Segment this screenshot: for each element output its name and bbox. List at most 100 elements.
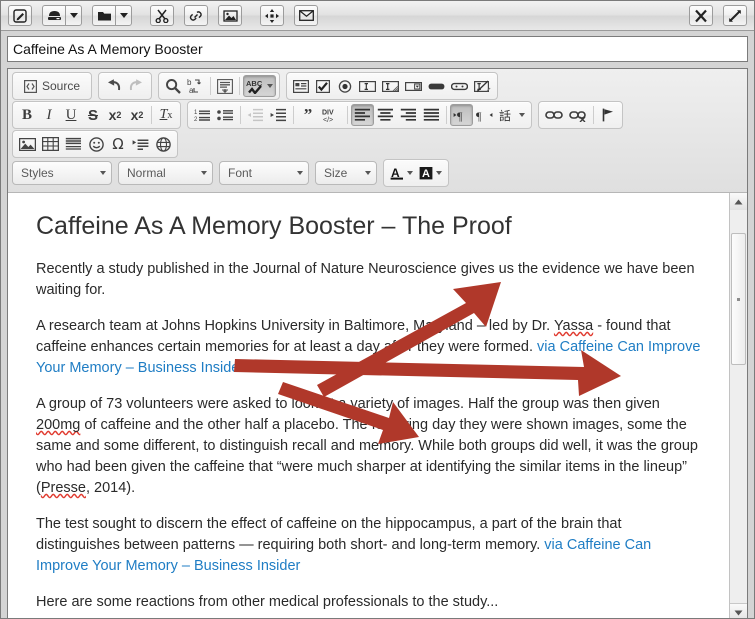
unlink-icon[interactable] [566, 104, 590, 126]
content-vertical-scrollbar[interactable] [729, 193, 747, 618]
italic-icon[interactable]: I [38, 104, 60, 126]
page-break-icon[interactable] [129, 133, 152, 155]
find-group: ba ABC [158, 72, 281, 100]
title-input[interactable] [7, 36, 748, 62]
image-button-icon[interactable] [448, 75, 471, 97]
source-button[interactable]: Source [16, 75, 88, 97]
svg-text:2: 2 [194, 117, 198, 122]
scroll-up-icon[interactable] [730, 193, 747, 211]
toolbar-row-3: Ω [10, 130, 745, 159]
application-toolbar [1, 1, 754, 31]
form-icon[interactable] [290, 75, 312, 97]
styles-dropdown[interactable]: Styles [12, 161, 112, 185]
paragraph-3-text-c: , 2014). [85, 480, 136, 496]
format-dropdown[interactable]: Normal [118, 161, 213, 185]
document-heading: Caffeine As A Memory Booster – The Proof [36, 212, 512, 240]
basic-styles-group: B I U S x2 x2 Tx [12, 101, 181, 129]
image-icon[interactable] [16, 133, 39, 155]
paragraph-5-text: Here are some reactions from other medic… [36, 594, 499, 610]
language-icon[interactable]: 話 [496, 104, 528, 126]
chevron-down-icon [365, 171, 371, 175]
folder-open-icon[interactable] [92, 5, 115, 26]
size-dropdown[interactable]: Size [315, 161, 377, 185]
scissors-icon[interactable] [150, 5, 174, 26]
scrollbar-grip [737, 297, 740, 301]
format-dropdown-label: Normal [127, 166, 166, 180]
save-dropdown-icon[interactable] [65, 5, 82, 26]
paragraph-3-text-a: A group of 73 volunteers were asked to l… [36, 396, 660, 412]
text-color-icon[interactable]: A [387, 162, 416, 184]
numbered-list-icon[interactable]: 12 [191, 104, 214, 126]
select-all-icon[interactable] [214, 75, 236, 97]
rtl-icon[interactable]: ¶ [473, 104, 496, 126]
image-icon[interactable] [218, 5, 242, 26]
superscript-icon[interactable]: x2 [126, 104, 148, 126]
link-icon[interactable] [184, 5, 208, 26]
blockquote-icon[interactable]: ” [297, 104, 319, 126]
find-icon[interactable] [162, 75, 184, 97]
undo-icon[interactable] [102, 75, 125, 97]
window-actions-group [688, 5, 748, 26]
folder-dropdown-icon[interactable] [115, 5, 132, 26]
underline-icon[interactable]: U [60, 104, 82, 126]
source-button-label: Source [42, 79, 81, 93]
fullscreen-icon[interactable] [723, 5, 747, 26]
compose-icon[interactable] [8, 5, 32, 26]
history-group [98, 72, 153, 100]
svg-text:A: A [422, 168, 430, 180]
hidden-field-icon[interactable] [471, 75, 494, 97]
increase-indent-icon[interactable] [267, 104, 290, 126]
align-center-icon[interactable] [374, 104, 397, 126]
toolbar-row-1: Source ba ABC [10, 72, 745, 101]
bulleted-list-icon[interactable] [214, 104, 237, 126]
colors-group: A A [383, 159, 449, 187]
table-icon[interactable] [39, 133, 62, 155]
scroll-down-icon[interactable] [730, 603, 747, 618]
subscript-icon[interactable]: x2 [104, 104, 126, 126]
remove-format-icon[interactable]: Tx [155, 104, 177, 126]
justify-icon[interactable] [420, 104, 443, 126]
bold-icon[interactable]: B [16, 104, 38, 126]
move-icon[interactable] [260, 5, 284, 26]
document-content[interactable]: Caffeine As A Memory Booster – The Proof… [8, 193, 729, 618]
spellcheck-icon[interactable]: ABC [243, 75, 277, 97]
paragraph-4-text: The test sought to discern the effect of… [36, 516, 622, 553]
bg-color-icon[interactable]: A [416, 162, 445, 184]
smiley-icon[interactable] [85, 133, 107, 155]
paragraph-4: The test sought to discern the effect of… [36, 514, 707, 577]
misspelled-word: Presse [40, 480, 86, 496]
wrench-icon[interactable] [689, 5, 713, 26]
radio-icon[interactable] [334, 75, 356, 97]
select-field-icon[interactable] [402, 75, 425, 97]
svg-text:¶: ¶ [476, 109, 482, 122]
mail-icon[interactable] [294, 5, 318, 26]
link-icon[interactable] [542, 104, 566, 126]
iframe-icon[interactable] [152, 133, 174, 155]
decrease-indent-icon[interactable] [244, 104, 267, 126]
redo-icon[interactable] [125, 75, 148, 97]
strike-icon[interactable]: S [82, 104, 104, 126]
align-left-icon[interactable] [351, 104, 374, 126]
create-div-icon[interactable]: DIV </> [319, 104, 344, 126]
textarea-icon[interactable] [379, 75, 402, 97]
toolbar-row-2: B I U S x2 x2 Tx 12 ” DIV </> ¶ ¶ 話 [10, 101, 745, 130]
ltr-icon[interactable]: ¶ [450, 104, 473, 126]
scrollbar-thumb[interactable] [731, 233, 746, 365]
edit-actions-group [149, 5, 243, 26]
button-icon[interactable] [425, 75, 448, 97]
svg-text:¶: ¶ [457, 109, 463, 122]
textfield-icon[interactable] [356, 75, 379, 97]
chevron-down-icon [100, 171, 106, 175]
save-icon[interactable] [42, 5, 65, 26]
anchor-icon[interactable] [597, 104, 619, 126]
paragraph-3: A group of 73 volunteers were asked to l… [36, 394, 707, 499]
checkbox-icon[interactable] [312, 75, 334, 97]
size-dropdown-label: Size [324, 166, 348, 180]
horizontal-rule-icon[interactable] [62, 133, 85, 155]
special-char-icon[interactable]: Ω [107, 133, 129, 155]
paragraph-1: Recently a study published in the Journa… [36, 259, 707, 301]
align-right-icon[interactable] [397, 104, 420, 126]
replace-icon[interactable]: ba [184, 75, 207, 97]
font-dropdown[interactable]: Font [219, 161, 309, 185]
misspelled-word: 200mg [36, 417, 81, 433]
